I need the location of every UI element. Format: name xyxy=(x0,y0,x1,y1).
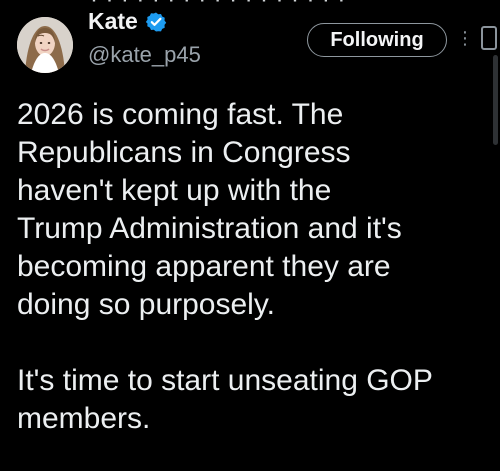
tweet-paragraph: 2026 is coming fast. The Republicans in … xyxy=(17,98,402,321)
verified-badge-icon xyxy=(145,11,167,33)
grok-icon[interactable] xyxy=(481,26,497,50)
tweet-paragraph: It's time to start unseating GOP members… xyxy=(17,364,433,435)
following-button[interactable]: Following xyxy=(307,23,447,57)
profile-photo-icon xyxy=(17,17,73,73)
author-display-name[interactable]: Kate xyxy=(88,10,138,33)
post-header: Kate @kate_p45 Following ⋮ xyxy=(0,0,500,80)
scrollbar[interactable] xyxy=(493,55,498,145)
avatar[interactable] xyxy=(17,17,73,73)
author-handle[interactable]: @kate_p45 xyxy=(88,44,201,66)
more-horizontal-icon[interactable]: ⋮ xyxy=(455,28,475,48)
author-name-row: Kate xyxy=(88,10,167,33)
tweet-text: 2026 is coming fast. The Republicans in … xyxy=(17,96,492,438)
